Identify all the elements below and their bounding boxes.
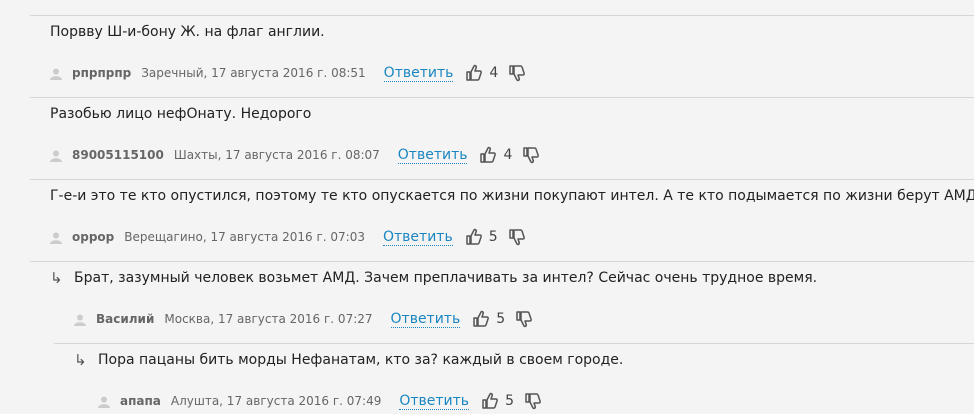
- comment-location-date: Шахты, 17 августа 2016 г. 08:07: [173, 148, 380, 162]
- reply-arrow-icon: ↳: [74, 351, 87, 369]
- like-count: 4: [489, 65, 499, 81]
- comment-text: Г-е-и это те кто опустился, поэтому те к…: [50, 188, 974, 204]
- user-icon: [50, 150, 62, 162]
- thumb-down-icon[interactable]: [515, 310, 533, 328]
- thumb-up-icon[interactable]: [472, 310, 490, 328]
- thumb-down-icon[interactable]: [522, 146, 540, 164]
- thumb-up-icon[interactable]: [479, 146, 497, 164]
- like-count: 5: [496, 311, 506, 327]
- comments-panel: Порвву Ш-и-бону Ж. на флаг англии. рпрпр…: [0, 14, 974, 414]
- thumb-up-icon[interactable]: [481, 392, 499, 410]
- thumb-up-icon[interactable]: [465, 64, 483, 82]
- reply-button[interactable]: Ответить: [383, 229, 453, 246]
- comment-author[interactable]: рпрпрпр: [72, 66, 131, 80]
- thumb-down-icon[interactable]: [508, 64, 526, 82]
- comment-author[interactable]: 89005115100: [72, 148, 164, 162]
- user-icon: [74, 314, 86, 326]
- user-icon: [50, 68, 62, 80]
- user-icon: [50, 232, 62, 244]
- reply-arrow-icon: ↳: [50, 269, 63, 287]
- divider: [54, 343, 974, 344]
- divider: [30, 15, 974, 16]
- comment-text: Пора пацаны бить морды Нефанатам, кто за…: [98, 352, 624, 368]
- like-count: 4: [503, 147, 513, 163]
- user-icon: [98, 396, 110, 408]
- top-strip: [0, 0, 974, 14]
- comment-meta: Василий Москва, 17 августа 2016 г. 07:27…: [74, 310, 533, 328]
- thumb-up-icon[interactable]: [465, 228, 483, 246]
- comment-meta: рпрпрпр Заречный, 17 августа 2016 г. 08:…: [50, 64, 526, 82]
- comment-meta: 89005115100 Шахты, 17 августа 2016 г. 08…: [50, 146, 540, 164]
- reply-button[interactable]: Ответить: [390, 311, 461, 328]
- divider: [30, 261, 974, 262]
- like-count: 5: [505, 393, 514, 409]
- comment-meta: оррор Верещагино, 17 августа 2016 г. 07:…: [50, 228, 526, 246]
- comment-location-date: Москва, 17 августа 2016 г. 07:27: [164, 312, 373, 326]
- comment-text: Разобью лицо нефОнату. Недорого: [50, 106, 312, 122]
- comment-text: Брат, зазумный человек возьмет АМД. Заче…: [74, 270, 818, 286]
- reply-button[interactable]: Ответить: [383, 65, 454, 82]
- comment-location-date: Заречный, 17 августа 2016 г. 08:51: [141, 66, 366, 80]
- comment-location-date: Алушта, 17 августа 2016 г. 07:49: [170, 394, 382, 408]
- divider: [30, 97, 974, 98]
- like-count: 5: [488, 229, 498, 245]
- thumb-down-icon[interactable]: [524, 392, 542, 410]
- comment-author[interactable]: Василий: [96, 312, 154, 326]
- divider: [30, 179, 974, 180]
- comment-author[interactable]: оррор: [72, 230, 114, 244]
- comment-meta: апапа Алушта, 17 августа 2016 г. 07:49 О…: [98, 392, 542, 410]
- reply-button[interactable]: Ответить: [399, 393, 470, 410]
- reply-button[interactable]: Ответить: [397, 147, 468, 164]
- comment-location-date: Верещагино, 17 августа 2016 г. 07:03: [124, 230, 365, 244]
- comment-author[interactable]: апапа: [120, 394, 161, 408]
- comment-text: Порвву Ш-и-бону Ж. на флаг англии.: [50, 24, 325, 40]
- thumb-down-icon[interactable]: [508, 228, 526, 246]
